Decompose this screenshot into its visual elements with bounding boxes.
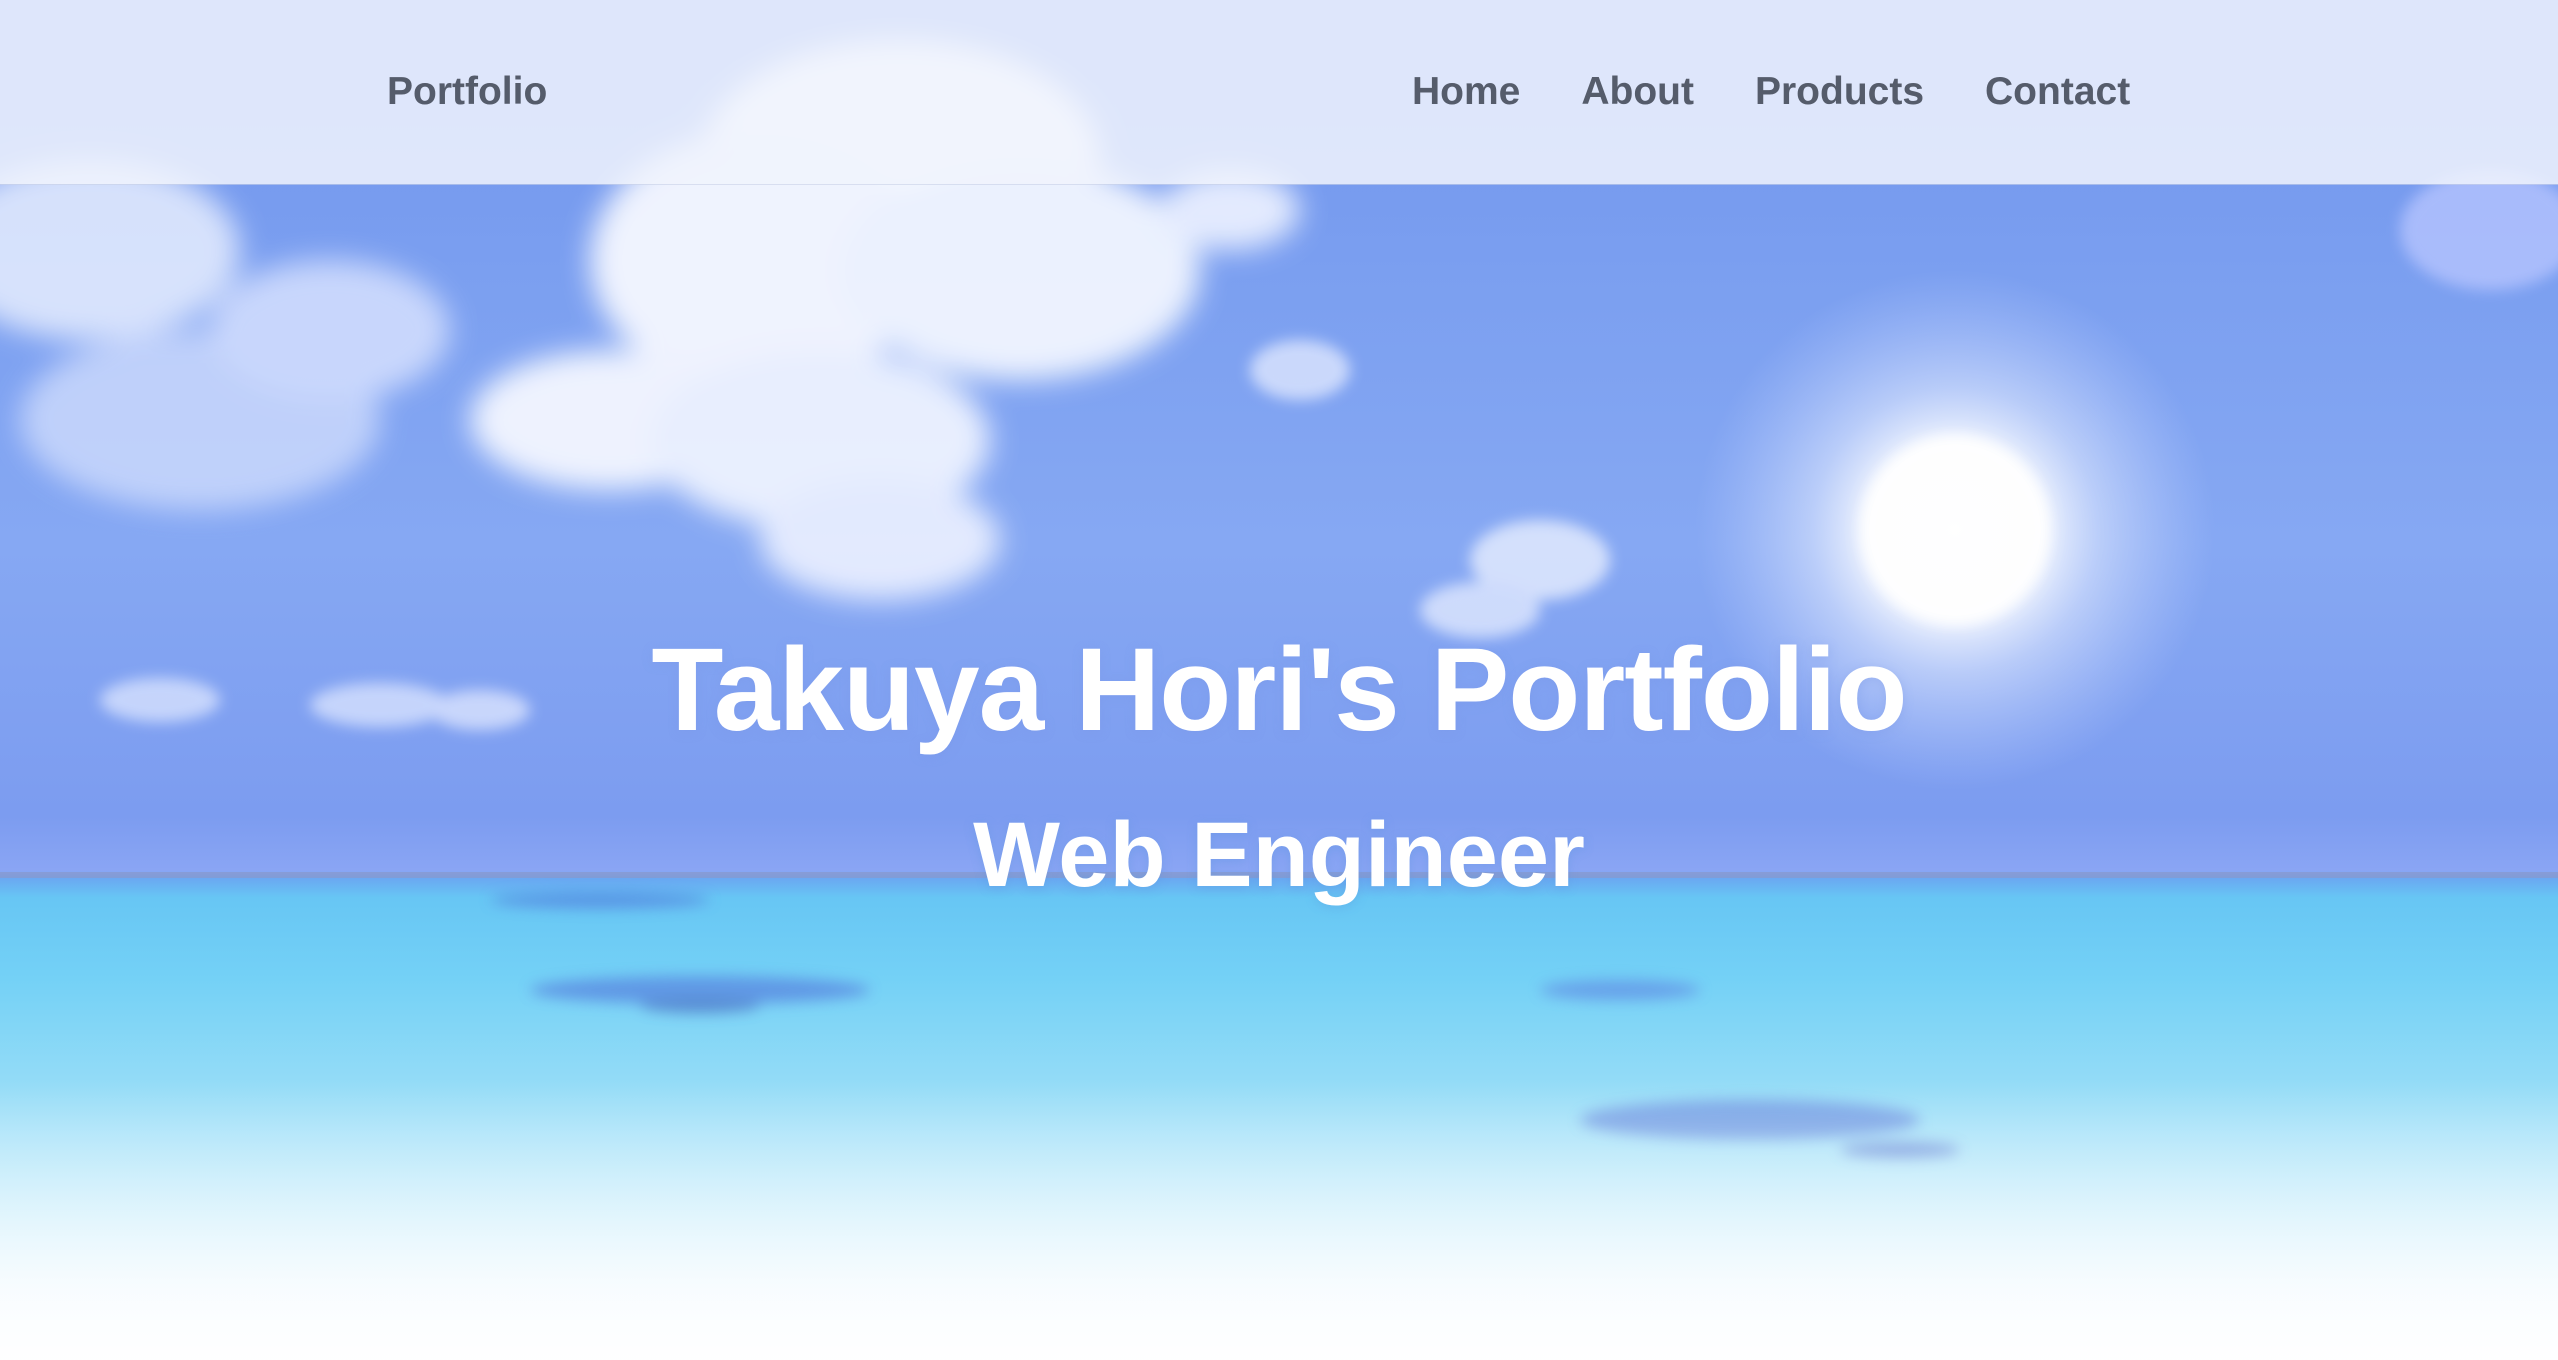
nav-link-products[interactable]: Products bbox=[1755, 70, 1924, 114]
page: Portfolio Home About Products Contact Ta… bbox=[0, 0, 2558, 1360]
hero-title: Takuya Hori's Portfolio bbox=[651, 624, 1907, 756]
hero-subtitle: Web Engineer bbox=[973, 804, 1585, 906]
navbar: Portfolio Home About Products Contact bbox=[0, 0, 2558, 184]
nav-links: Home About Products Contact bbox=[1412, 70, 2130, 114]
nav-link-contact[interactable]: Contact bbox=[1985, 70, 2130, 114]
nav-link-about[interactable]: About bbox=[1581, 70, 1694, 114]
brand-link[interactable]: Portfolio bbox=[387, 70, 547, 114]
nav-link-home[interactable]: Home bbox=[1412, 70, 1520, 114]
